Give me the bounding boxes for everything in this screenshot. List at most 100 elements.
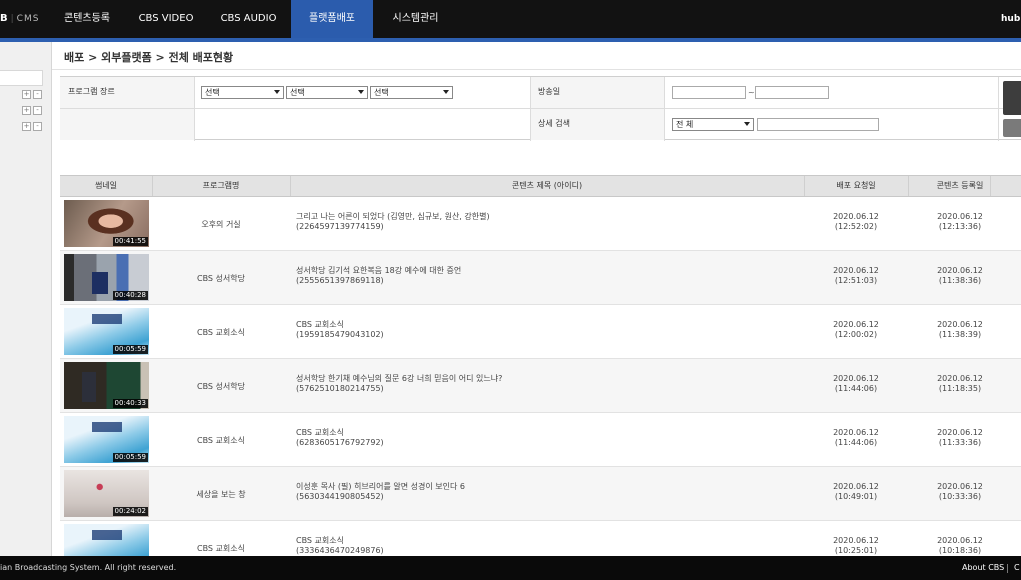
col-title[interactable]: 콘텐츠 제목 (아이디): [290, 176, 804, 196]
user-name[interactable]: hubm: [1001, 0, 1021, 38]
duration-badge: 00:05:59: [112, 345, 148, 354]
col-request-date[interactable]: 배포 요청일: [804, 176, 908, 196]
register-date-day: 2020.06.12: [937, 482, 983, 491]
content-title[interactable]: CBS 교회소식 (3336436470249876): [296, 536, 806, 556]
genre-select-1[interactable]: 선택: [201, 86, 284, 99]
content-title[interactable]: 이성훈 목사 (필) 히브리어를 알면 성경이 보인다 6 (5630344190…: [296, 482, 806, 502]
genre-select-3-value: 선택: [374, 88, 389, 97]
program-name: 오후의 거실: [201, 220, 241, 229]
content-id: (2555651397869118): [296, 276, 384, 285]
duration-badge: 00:40:28: [112, 291, 148, 300]
cms-app: B | CMS 콘텐츠등록 CBS VIDEO CBS AUDIO 플랫폼배포 시스…: [0, 0, 1021, 580]
sidebar: + - + - + -: [0, 42, 52, 556]
breadcrumb-divider: [52, 69, 1021, 70]
request-date-time: (12:52:02): [834, 222, 878, 231]
content-id: (6283605176792792): [296, 438, 384, 447]
table-row[interactable]: 00:05:59 CBS 교회소식 CBS 교회소식 (1959185479043…: [60, 305, 1021, 359]
table-header: 썸네일 프로그램명 콘텐츠 제목 (아이디) 배포 요청일 콘텐츠 등록일: [60, 175, 1021, 197]
col-program[interactable]: 프로그램명: [152, 176, 290, 196]
register-date: 2020.06.12 (10:18:36): [908, 536, 1012, 556]
sidebar-search-field[interactable]: [0, 70, 43, 86]
thumbnail-image[interactable]: 00:40:33: [64, 362, 149, 409]
airdate-end-input[interactable]: [755, 86, 829, 99]
request-date-time: (11:44:06): [834, 438, 878, 447]
request-date: 2020.06.12 (12:00:02): [804, 320, 908, 340]
content-title-text: 성서학당 김기석 요한복음 18강 예수에 대한 증언: [296, 266, 462, 275]
content-title[interactable]: 그리고 나는 어른이 되었다 (김영만, 심규보, 원산, 강한별) (22645…: [296, 212, 806, 232]
register-date-day: 2020.06.12: [937, 212, 983, 221]
genre-select-2[interactable]: 선택: [286, 86, 368, 99]
detail-search-input[interactable]: [757, 118, 879, 131]
detail-search-select[interactable]: 전 체: [672, 118, 754, 131]
copyright-text: ian Broadcasting System. All right reser…: [0, 563, 177, 572]
content-title[interactable]: 성서학당 김기석 요한복음 18강 예수에 대한 증언 (255565139786…: [296, 266, 806, 286]
about-cbs-link[interactable]: About CBS: [962, 556, 1004, 580]
collapse-icon[interactable]: -: [33, 90, 42, 99]
genre-select-3[interactable]: 선택: [370, 86, 453, 99]
content-title[interactable]: 성서학당 한기채 예수님의 질문 6강 너희 믿음이 어디 있느냐? (57625…: [296, 374, 806, 394]
thumbnail-image[interactable]: 00:40:28: [64, 254, 149, 301]
duration-badge: 00:40:33: [112, 399, 148, 408]
request-date: 2020.06.12 (10:49:01): [804, 482, 908, 502]
empty-label-cell: [60, 109, 194, 140]
thumbnail-image[interactable]: 00:05:59: [64, 416, 149, 463]
table-row[interactable]: 00:24:02 세상을 보는 창 이성훈 목사 (필) 히브리어를 알면 성경…: [60, 467, 1021, 521]
airdate-start-input[interactable]: [672, 86, 746, 99]
expand-icon[interactable]: +: [22, 90, 31, 99]
detail-search-select-value: 전 체: [676, 120, 694, 129]
expand-icon[interactable]: +: [22, 106, 31, 115]
table-row[interactable]: 00:41:55 오후의 거실 그리고 나는 어른이 되었다 (김영만, 심규보…: [60, 197, 1021, 251]
col-register-date[interactable]: 콘텐츠 등록일: [908, 176, 1012, 196]
content-title[interactable]: CBS 교회소식 (1959185479043102): [296, 320, 806, 340]
nav-platform-distribution[interactable]: 플랫폼배포: [291, 0, 373, 38]
table-row[interactable]: 00:05:59 CBS 교회소식 CBS 교회소식 (6283605176792…: [60, 413, 1021, 467]
logo-text: CMS: [16, 14, 40, 24]
content-title-text: 그리고 나는 어른이 되었다 (김영만, 심규보, 원산, 강한별): [296, 212, 490, 221]
program-name: CBS 교회소식: [197, 328, 245, 337]
collapse-icon[interactable]: -: [33, 106, 42, 115]
cms-logo[interactable]: B | CMS: [0, 0, 48, 38]
table-row[interactable]: 00:40:28 CBS 성서학당 성서학당 김기석 요한복음 18강 예수에 …: [60, 251, 1021, 305]
form-row-divider: [60, 108, 1021, 109]
request-date-day: 2020.06.12: [833, 536, 879, 545]
thumbnail-image[interactable]: 00:05:59: [64, 308, 149, 355]
request-date-day: 2020.06.12: [833, 374, 879, 383]
detail-search-label: 상세 검색: [530, 109, 664, 140]
sidebar-tree-controls-1: + -: [22, 90, 42, 99]
register-date-time: (10:33:36): [938, 492, 982, 501]
nav-content-register[interactable]: 콘텐츠등록: [48, 0, 126, 38]
register-date-day: 2020.06.12: [937, 266, 983, 275]
register-date: 2020.06.12 (12:13:36): [908, 212, 1012, 232]
table-row[interactable]: 00:40:33 CBS 성서학당 성서학당 한기채 예수님의 질문 6강 너희…: [60, 359, 1021, 413]
nav-system-admin[interactable]: 시스템관리: [373, 0, 458, 38]
register-date: 2020.06.12 (11:33:36): [908, 428, 1012, 448]
register-date-time: (12:13:36): [938, 222, 982, 231]
search-form: 프로그램 장르 방송일 상세 검색 선택 선택 선택 ~ 전 체: [60, 76, 1021, 141]
content-id: (5630344190805452): [296, 492, 384, 501]
register-date-time: (11:18:35): [938, 384, 982, 393]
reset-button[interactable]: [1003, 119, 1021, 137]
search-button[interactable]: [1003, 81, 1021, 115]
form-col-divider: [664, 77, 665, 141]
request-date: 2020.06.12 (12:52:02): [804, 212, 908, 232]
register-date-day: 2020.06.12: [937, 320, 983, 329]
footer-next-link[interactable]: C: [1014, 556, 1020, 580]
duration-badge: 00:05:59: [112, 453, 148, 462]
content-title-text: CBS 교회소식: [296, 536, 344, 545]
expand-icon[interactable]: +: [22, 122, 31, 131]
content-title[interactable]: CBS 교회소식 (6283605176792792): [296, 428, 806, 448]
program-name: CBS 교회소식: [197, 436, 245, 445]
nav-cbs-audio[interactable]: CBS AUDIO: [206, 0, 291, 38]
thumbnail-image[interactable]: 00:24:02: [64, 470, 149, 517]
content-id: (3336436470249876): [296, 546, 384, 555]
collapse-icon[interactable]: -: [33, 122, 42, 131]
nav-accent-line: [0, 38, 1021, 42]
register-date: 2020.06.12 (11:18:35): [908, 374, 1012, 394]
nav-cbs-video[interactable]: CBS VIDEO: [126, 0, 206, 38]
thumbnail-image[interactable]: 00:41:55: [64, 200, 149, 247]
chevron-down-icon: [744, 122, 750, 126]
register-date-day: 2020.06.12: [937, 428, 983, 437]
content-title-text: CBS 교회소식: [296, 428, 344, 437]
col-thumbnail[interactable]: 썸네일: [60, 176, 152, 196]
program-name: CBS 성서학당: [197, 274, 245, 283]
